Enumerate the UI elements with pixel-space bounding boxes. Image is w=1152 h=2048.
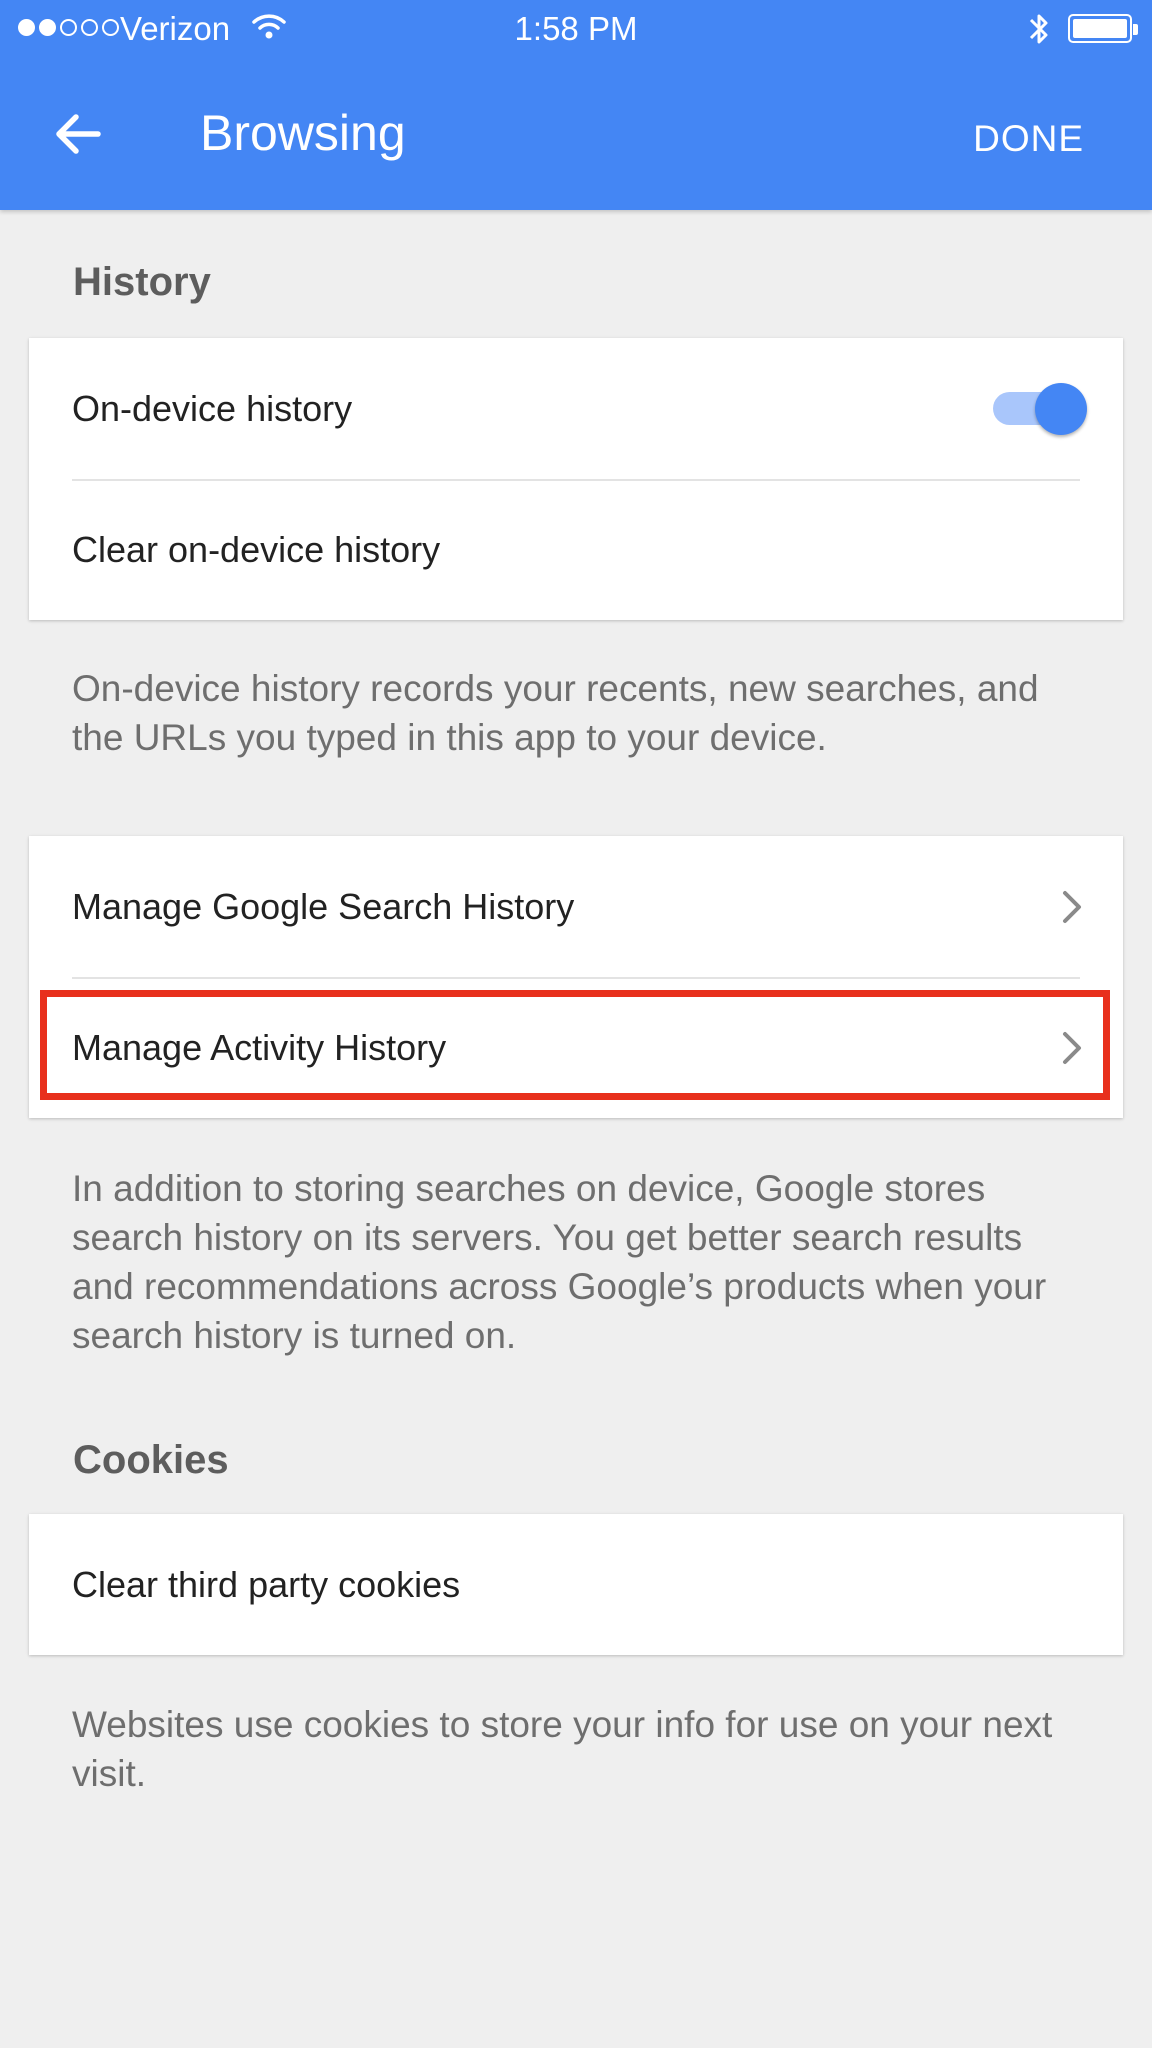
history-section-title: History: [73, 260, 211, 304]
clear-third-party-cookies-row[interactable]: Clear third party cookies: [29, 1514, 1123, 1655]
status-time: 1:58 PM: [514, 10, 638, 47]
on-device-history-toggle[interactable]: [985, 380, 1087, 436]
history-help-text: On-device history records your recents, …: [72, 668, 1039, 758]
page-title: Browsing: [200, 105, 406, 161]
manage-google-search-history-label: Manage Google Search History: [72, 885, 575, 927]
back-arrow-icon[interactable]: [52, 108, 104, 160]
cookies-card: Clear third party cookies: [29, 1514, 1123, 1655]
status-bar: Verizon 1:58 PM: [0, 0, 1152, 56]
clear-on-device-history-label: Clear on-device history: [72, 528, 441, 570]
search-history-help-text: In addition to storing searches on devic…: [72, 1168, 1047, 1356]
cookies-section-title: Cookies: [73, 1438, 229, 1482]
battery-icon: [1068, 14, 1138, 43]
chevron-right-icon: [1059, 887, 1087, 927]
clear-on-device-history-row[interactable]: Clear on-device history: [29, 479, 1123, 620]
on-device-history-label: On-device history: [72, 387, 353, 429]
on-device-history-row[interactable]: On-device history: [29, 338, 1123, 479]
history-card: On-device history Clear on-device histor…: [29, 338, 1123, 620]
highlight-box: [40, 990, 1110, 1100]
cookies-help-text: Websites use cookies to store your info …: [72, 1704, 1053, 1794]
manage-google-search-history-row[interactable]: Manage Google Search History: [29, 836, 1123, 977]
bluetooth-icon: [1026, 10, 1052, 53]
clear-third-party-cookies-label: Clear third party cookies: [72, 1563, 461, 1605]
done-button[interactable]: DONE: [973, 118, 1084, 160]
app-bar: Verizon 1:58 PM Browsing DONE: [0, 0, 1152, 210]
